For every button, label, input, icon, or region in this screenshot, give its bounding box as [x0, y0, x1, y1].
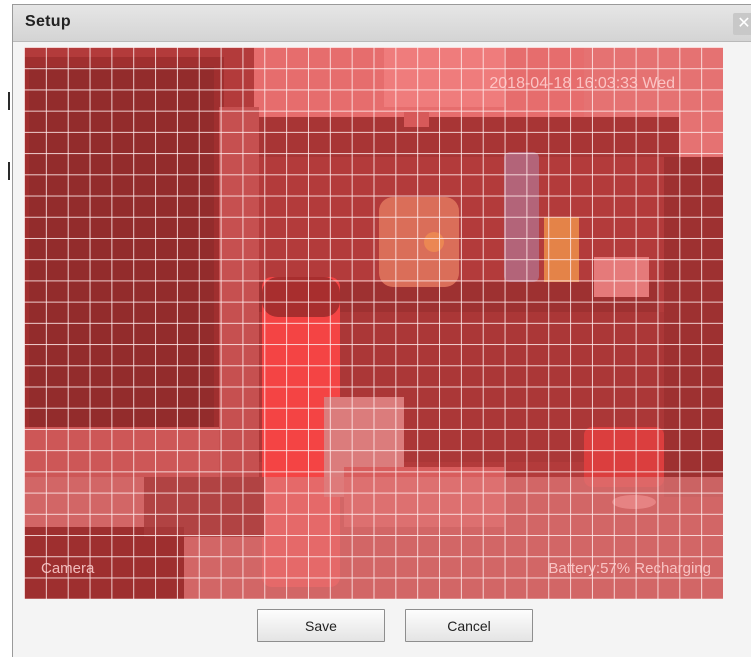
- channel-label-overlay: Camera: [41, 560, 95, 577]
- battery-status-overlay: Battery:57% Recharging: [548, 560, 711, 577]
- save-button[interactable]: Save: [257, 609, 385, 642]
- edge-mark: [8, 162, 10, 180]
- motion-detection-grid[interactable]: [24, 47, 723, 599]
- close-icon[interactable]: ✕: [733, 13, 751, 35]
- background-edge: [0, 0, 12, 657]
- edge-mark: [8, 92, 10, 110]
- cancel-button[interactable]: Cancel: [405, 609, 533, 642]
- dialog-titlebar[interactable]: Setup ✕: [13, 5, 751, 42]
- dialog-title: Setup: [25, 13, 71, 30]
- video-preview[interactable]: 2018-04-18 16:03:33 Wed Camera Battery:5…: [24, 47, 723, 599]
- timestamp-overlay: 2018-04-18 16:03:33 Wed: [489, 75, 675, 92]
